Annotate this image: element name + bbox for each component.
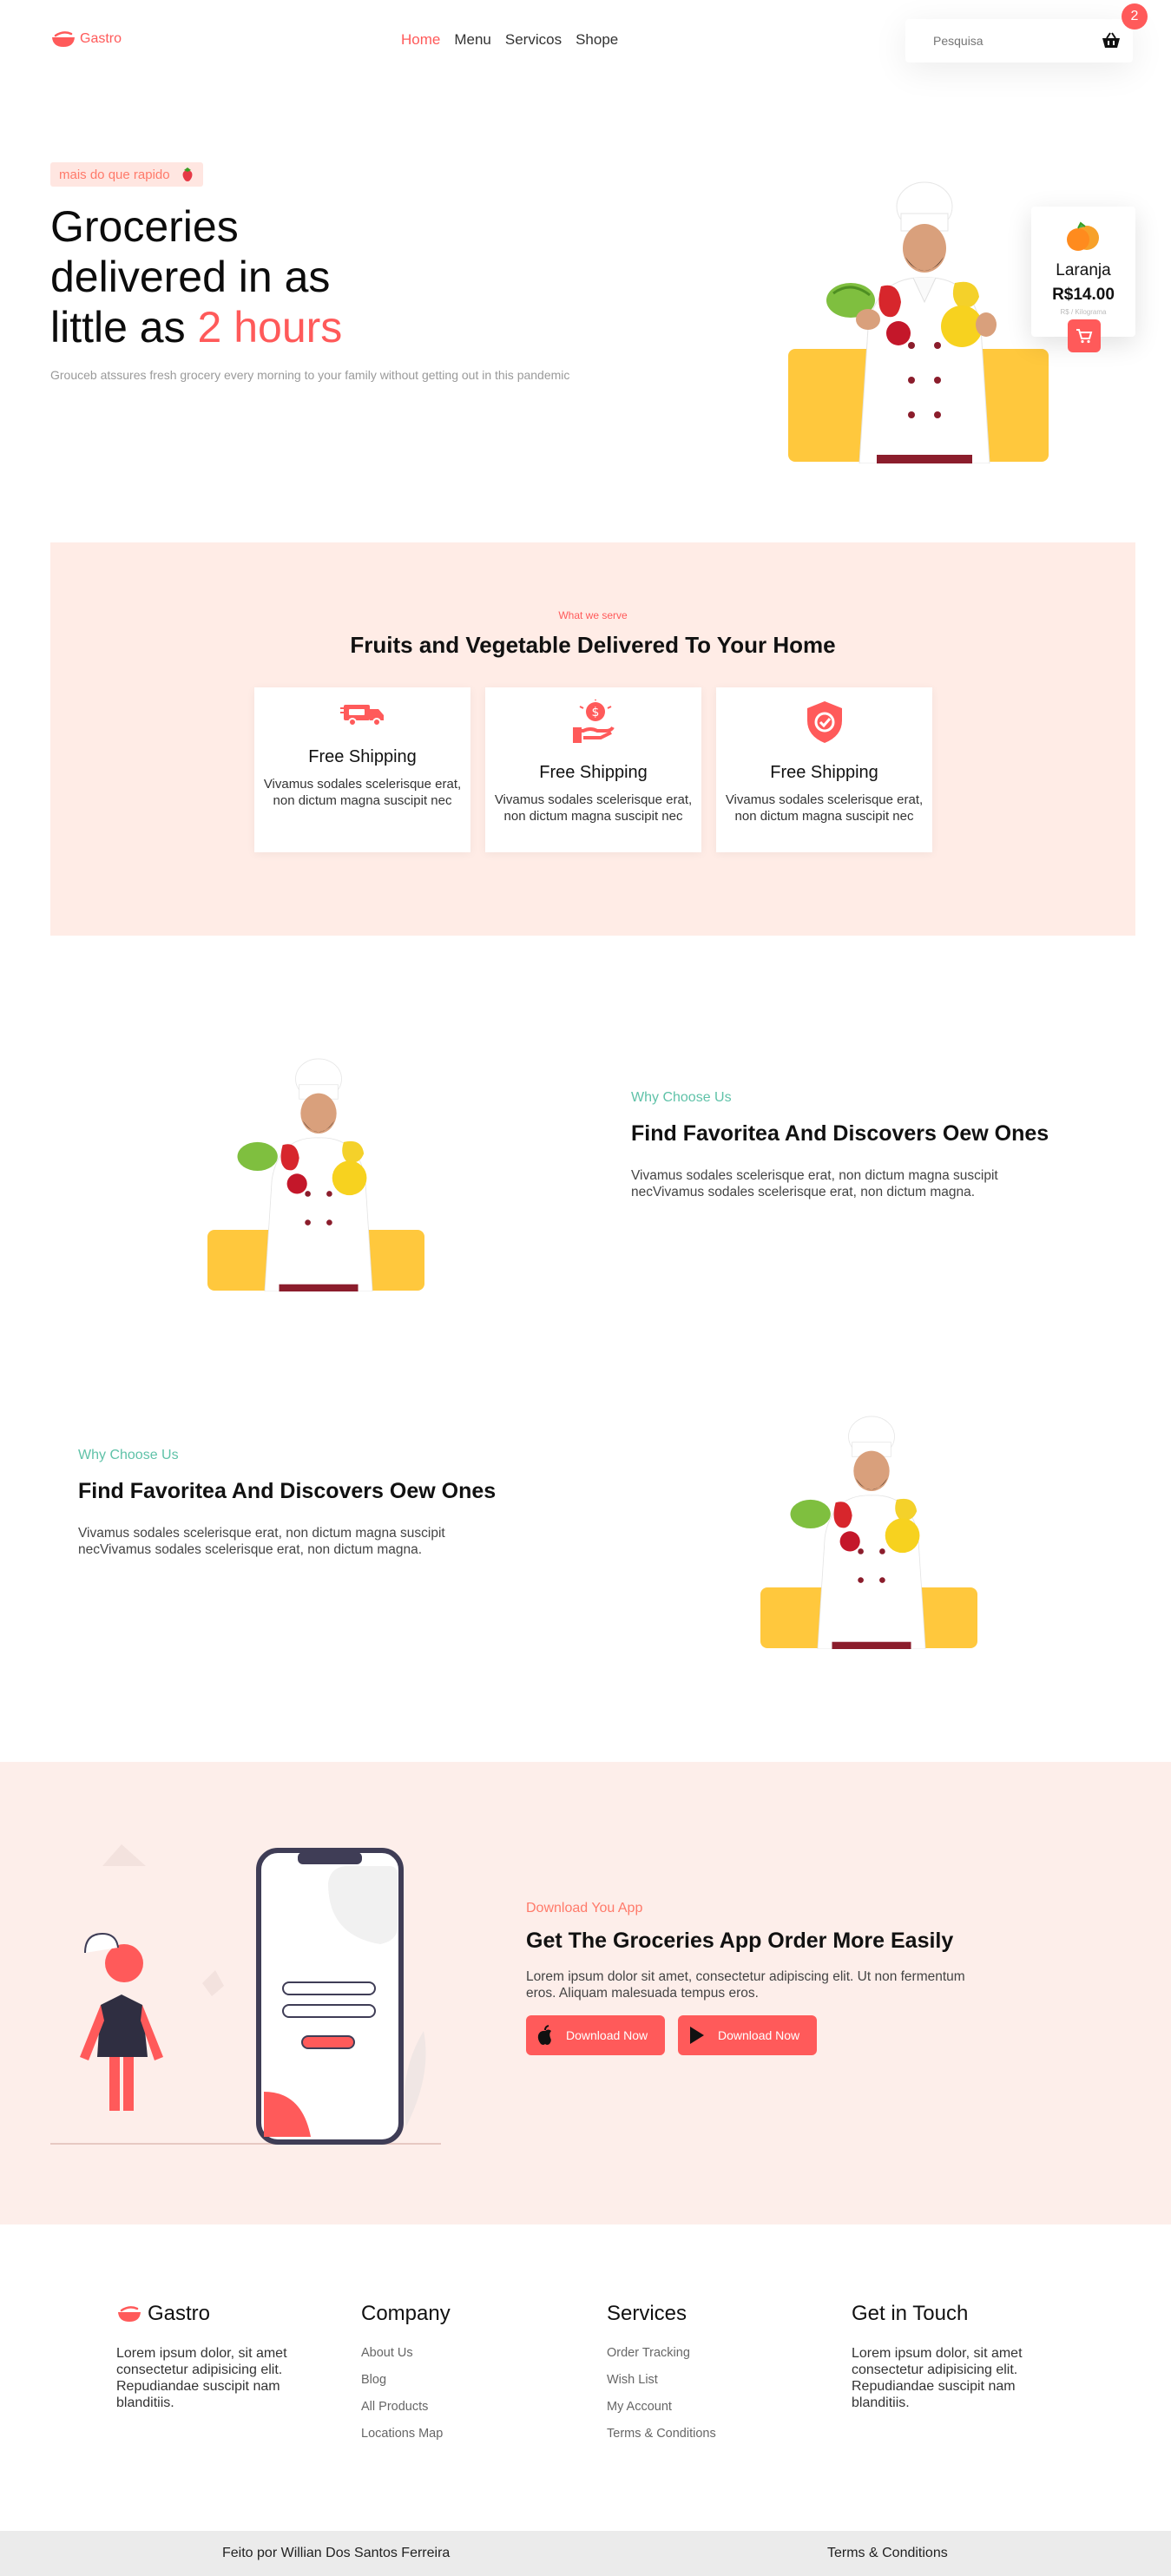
download-app-store-button[interactable]: Download Now [526, 2015, 665, 2055]
footer-link-order-tracking[interactable]: Order Tracking [607, 2346, 690, 2360]
footer-link-terms[interactable]: Terms & Conditions [607, 2427, 716, 2441]
service-card: $ Free Shipping Vivamus sodales sceleris… [485, 687, 701, 852]
hero-title: Groceries delivered in as little as 2 ho… [50, 201, 502, 352]
bowl-logo-icon [52, 31, 75, 47]
download-play-store-label: Download Now [718, 2028, 800, 2042]
service-card: Free Shipping Vivamus sodales scelerisqu… [716, 687, 932, 852]
shield-check-icon [806, 701, 842, 743]
why1-title: Find Favoritea And Discovers Oew Ones [631, 1121, 1049, 1146]
hero-tag: mais do que rapido [50, 162, 203, 187]
truck-icon [339, 705, 384, 726]
bottom-bar: Feito por Willian Dos Santos Ferreira Te… [0, 2531, 1171, 2576]
footer-contact-title: Get in Touch [852, 2302, 969, 2325]
phone-illustration [50, 1844, 441, 2145]
service-card-title: Free Shipping [308, 747, 417, 766]
chef-image [237, 1058, 373, 1291]
footer-bottom-terms-link[interactable]: Terms & Conditions [827, 2546, 948, 2561]
product-card[interactable]: Laranja R$14.00 R$ / Kilograma [1031, 207, 1135, 352]
download-play-store-button[interactable]: Download Now [678, 2015, 817, 2055]
add-to-cart-button[interactable] [1068, 319, 1101, 352]
footer-link-blog[interactable]: Blog [361, 2373, 386, 2387]
strawberry-icon [182, 168, 193, 181]
app-text: Lorem ipsum dolor sit amet, consectetur … [526, 1969, 965, 2001]
hero-subtitle: Grouceb atssures fresh grocery every mor… [50, 368, 570, 382]
hero-title-line3: little as [50, 303, 186, 352]
serve-kicker: What we serve [558, 609, 628, 621]
footer-contact-text: Lorem ipsum dolor, sit amet consectetur … [852, 2346, 1023, 2410]
hero-title-line2: delivered in as [50, 253, 331, 301]
footer-brand[interactable]: Gastro [116, 2302, 210, 2326]
service-card-title: Free Shipping [770, 763, 878, 782]
footer-services-title: Services [607, 2302, 687, 2325]
service-card-desc: Vivamus sodales scelerisque erat, non di… [263, 777, 462, 808]
search-input[interactable] [933, 34, 1089, 48]
footer-brand-text-body: Lorem ipsum dolor, sit amet consectetur … [116, 2346, 287, 2410]
why2-kicker: Why Choose Us [78, 1448, 179, 1462]
search-bar [905, 19, 1133, 62]
download-app-store-label: Download Now [566, 2028, 648, 2042]
play-store-icon [690, 2027, 704, 2044]
nav-menu[interactable]: Menu [454, 31, 491, 49]
logo-text: Gastro [80, 31, 122, 46]
app-kicker: Download You App [526, 1901, 643, 1916]
footer-brand-text: Gastro [148, 2302, 211, 2325]
hero-title-line1: Groceries [50, 202, 239, 251]
cart-icon [1076, 329, 1093, 344]
nav-home[interactable]: Home [401, 31, 440, 49]
why2-title: Find Favoritea And Discovers Oew Ones [78, 1479, 497, 1503]
money-hand-icon: $ [572, 700, 615, 743]
orange-icon [1067, 221, 1099, 251]
bowl-logo-icon [118, 2306, 141, 2322]
footer-link-account[interactable]: My Account [607, 2400, 672, 2414]
serve-title: Fruits and Vegetable Delivered To Your H… [350, 632, 836, 658]
product-unit: R$ / Kilograma [1060, 308, 1107, 316]
why1-kicker: Why Choose Us [631, 1090, 732, 1105]
footer-link-about[interactable]: About Us [361, 2346, 413, 2360]
apple-icon [537, 2025, 551, 2045]
footer-credit: Feito por Willian Dos Santos Ferreira [222, 2546, 451, 2560]
hero-tag-text: mais do que rapido [59, 167, 170, 182]
product-name: Laranja [1056, 261, 1111, 279]
chef-image [790, 1416, 926, 1649]
footer-link-locations[interactable]: Locations Map [361, 2427, 443, 2441]
app-title: Get The Groceries App Order More Easily [526, 1929, 954, 1953]
service-card-title: Free Shipping [539, 763, 648, 782]
chef-image [826, 181, 997, 463]
basket-icon[interactable] [1102, 32, 1121, 49]
service-card-desc: Vivamus sodales scelerisque erat, non di… [494, 792, 693, 824]
nav-servicos[interactable]: Servicos [505, 31, 562, 49]
why2-text: Vivamus sodales scelerisque erat, non di… [78, 1526, 445, 1557]
svg-text:$: $ [591, 706, 599, 720]
cart-count-badge[interactable]: 2 [1122, 3, 1148, 30]
service-card: Free Shipping Vivamus sodales scelerisqu… [254, 687, 470, 852]
logo[interactable]: Gastro [50, 30, 122, 49]
product-price: R$14.00 [1052, 286, 1115, 304]
footer-link-wishlist[interactable]: Wish List [607, 2373, 658, 2387]
footer-company-title: Company [361, 2302, 451, 2325]
footer-link-products[interactable]: All Products [361, 2400, 428, 2414]
why1-text: Vivamus sodales scelerisque erat, non di… [631, 1168, 998, 1199]
service-card-desc: Vivamus sodales scelerisque erat, non di… [725, 792, 924, 824]
main-nav: Home Menu Servicos Shope [401, 31, 618, 49]
hero-title-highlight: 2 hours [197, 303, 343, 352]
nav-shope[interactable]: Shope [576, 31, 618, 49]
